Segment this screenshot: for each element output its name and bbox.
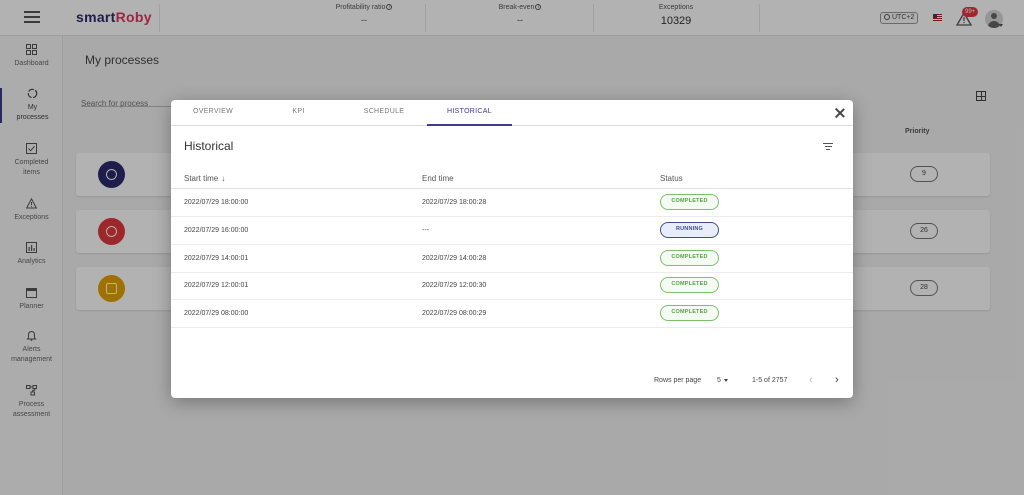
start-time-cell: 2022/07/29 12:00:01 [184, 282, 249, 289]
start-time-cell: 2022/07/29 16:00:00 [184, 227, 249, 234]
column-header-start-time[interactable]: Start time ↓ [184, 174, 225, 183]
start-time-cell: 2022/07/29 14:00:01 [184, 255, 249, 262]
pagination-range: 1-5 of 2757 [752, 377, 788, 384]
rows-per-page-label: Rows per page [654, 377, 702, 384]
end-time-cell: 2022/07/29 08:00:29 [422, 310, 487, 317]
tab-historical[interactable]: HISTORICAL [427, 100, 512, 126]
modal-title: Historical [184, 139, 234, 153]
table-row[interactable]: 2022/07/29 12:00:01 2022/07/29 12:00:30 … [171, 272, 853, 300]
status-badge: RUNNING [660, 222, 719, 238]
tab-kpi[interactable]: KPI [271, 100, 326, 126]
table-row[interactable]: 2022/07/29 18:00:00 2022/07/29 18:00:28 … [171, 189, 853, 217]
table-row[interactable]: 2022/07/29 08:00:00 2022/07/29 08:00:29 … [171, 300, 853, 328]
start-time-cell: 2022/07/29 08:00:00 [184, 310, 249, 317]
table-row[interactable]: 2022/07/29 14:00:01 2022/07/29 14:00:28 … [171, 245, 853, 273]
sort-arrow-down-icon[interactable]: ↓ [221, 174, 225, 183]
end-time-cell: --- [422, 227, 429, 234]
tab-overview[interactable]: OVERVIEW [184, 100, 242, 126]
end-time-cell: 2022/07/29 14:00:28 [422, 255, 487, 262]
end-time-cell: 2022/07/29 18:00:28 [422, 199, 487, 206]
rows-per-page-select[interactable]: 5 [717, 377, 728, 384]
filter-icon[interactable] [823, 143, 833, 151]
status-badge: COMPLETED [660, 305, 719, 321]
tab-schedule[interactable]: SCHEDULE [351, 100, 417, 126]
status-badge: COMPLETED [660, 194, 719, 210]
modal-tabs: OVERVIEW KPI SCHEDULE HISTORICAL [171, 100, 853, 126]
table-row[interactable]: 2022/07/29 16:00:00 --- RUNNING [171, 217, 853, 245]
next-page-button[interactable]: › [835, 374, 839, 386]
pagination: Rows per page 5 1-5 of 2757 ‹ › [171, 372, 853, 392]
column-header-label: Start time [184, 174, 219, 183]
status-badge: COMPLETED [660, 250, 719, 266]
previous-page-button[interactable]: ‹ [809, 374, 813, 386]
rows-per-page-value: 5 [717, 377, 721, 384]
column-header-end-time[interactable]: End time [422, 174, 454, 183]
close-icon[interactable] [834, 107, 846, 119]
column-header-status[interactable]: Status [660, 174, 683, 183]
end-time-cell: 2022/07/29 12:00:30 [422, 282, 487, 289]
start-time-cell: 2022/07/29 18:00:00 [184, 199, 249, 206]
chevron-down-icon [723, 378, 728, 382]
status-badge: COMPLETED [660, 277, 719, 293]
historical-modal: OVERVIEW KPI SCHEDULE HISTORICAL Histori… [171, 100, 853, 398]
